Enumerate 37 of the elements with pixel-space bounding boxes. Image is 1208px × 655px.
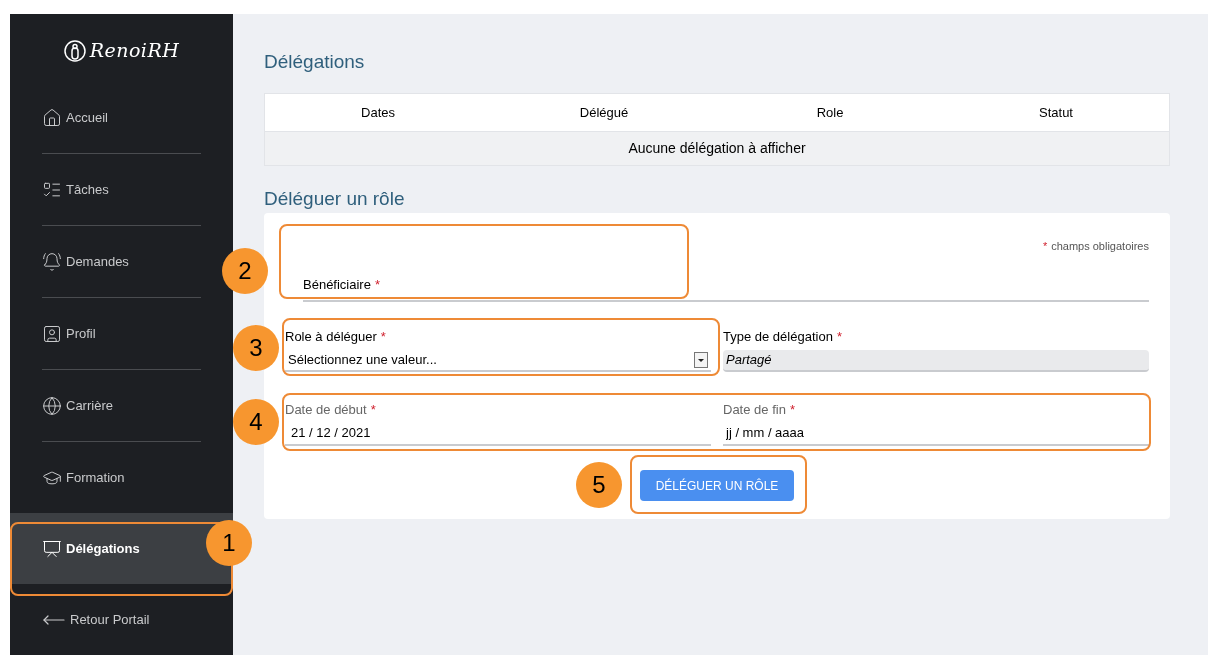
column-header: Dates: [360, 103, 396, 122]
required-note: champs obligatoires: [1051, 239, 1149, 254]
sidebar-item[interactable]: Retour Portail: [10, 584, 195, 655]
required-mark: *: [836, 328, 842, 346]
required-mark: *: [1042, 239, 1048, 254]
column-header: Statut: [1038, 103, 1074, 122]
sidebar-item[interactable]: Profil: [10, 298, 195, 369]
required-mark: *: [789, 400, 795, 419]
globe-icon: [42, 395, 62, 416]
field-label: Type de délégation: [723, 328, 833, 346]
sidebar-item[interactable]: Tâches: [10, 154, 195, 225]
person-circle-icon: [63, 39, 86, 62]
required-mark: *: [370, 400, 376, 419]
home-icon: [42, 107, 62, 128]
required-mark: *: [374, 275, 380, 294]
sidebar-item[interactable]: Carrière: [10, 370, 195, 441]
sidebar-item[interactable]: Formation: [10, 442, 195, 513]
required-mark: *: [380, 328, 386, 346]
section-title: Déléguer un rôle: [264, 187, 406, 211]
column-header: Role: [815, 103, 845, 122]
end-date-field[interactable]: jj / mm / aaaa: [726, 423, 1146, 443]
empty-message: Aucune délégation à afficher: [628, 139, 806, 158]
logo-text: RenoiRH: [89, 38, 180, 64]
bell-icon: [42, 251, 62, 272]
field-label: Date de début: [285, 400, 367, 419]
role-select[interactable]: Sélectionnez une valeur...: [285, 349, 711, 372]
sidebar-item[interactable]: Demandes: [10, 226, 195, 297]
section-title: Délégations: [264, 50, 366, 74]
beneficiary-field[interactable]: Bénéficiaire *: [303, 274, 1149, 302]
sidebar-item[interactable]: Accueil: [10, 82, 195, 153]
field-label: Bénéficiaire: [303, 275, 371, 294]
field-label: Role à déléguer: [285, 328, 377, 346]
column-header: Délégué: [578, 103, 630, 122]
presentation-icon: [42, 538, 62, 559]
start-date-field[interactable]: 21 / 12 / 2021: [285, 422, 711, 446]
field-label: Date de fin: [723, 400, 786, 419]
user-card-icon: [42, 323, 62, 344]
